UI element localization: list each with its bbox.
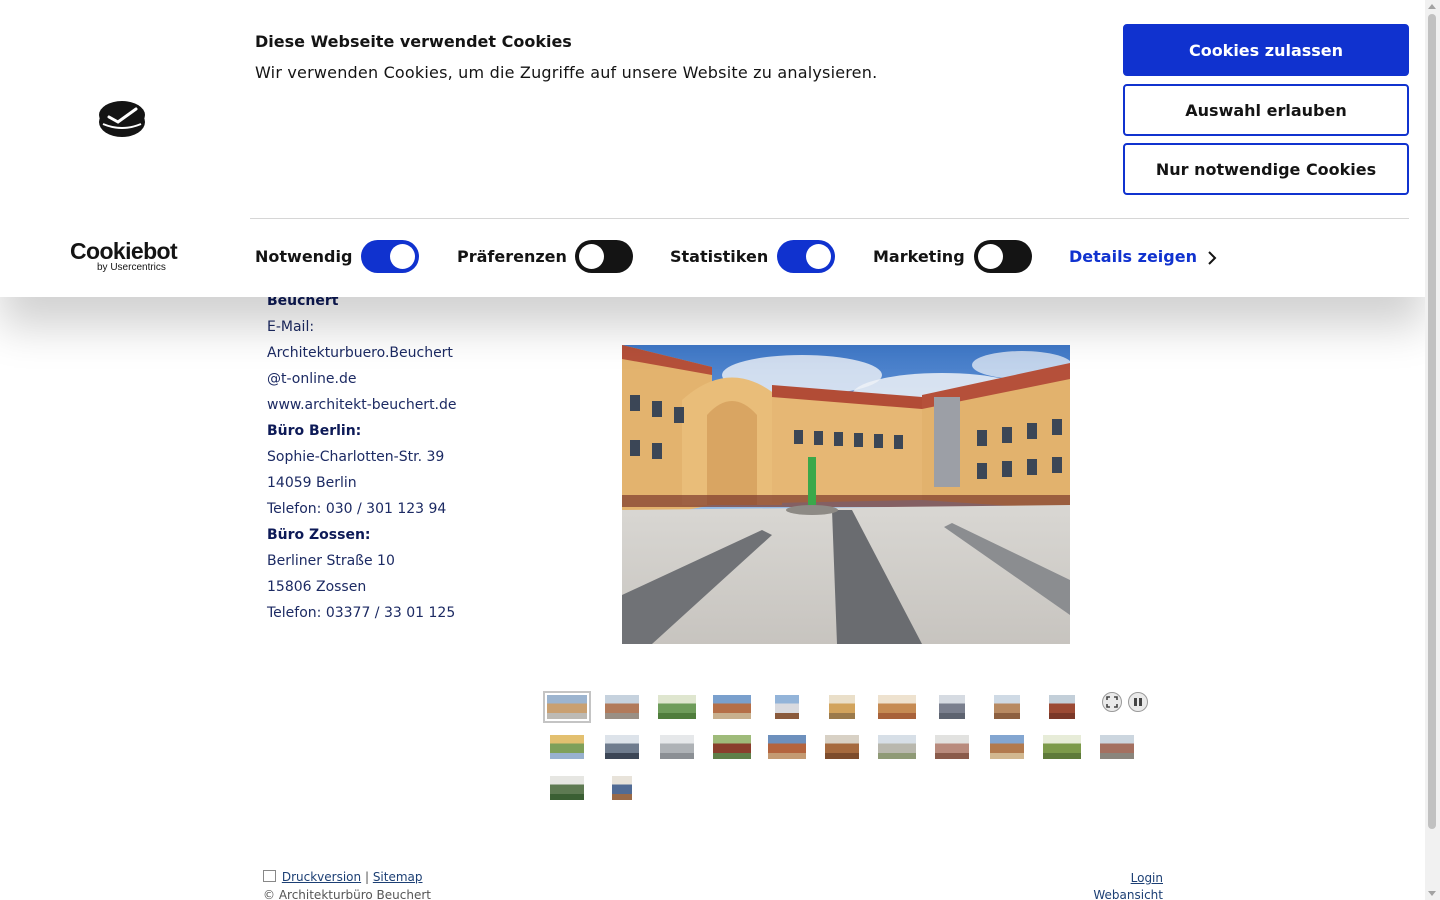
toggle-necessary[interactable]	[361, 240, 419, 273]
gallery-thumbnail[interactable]	[939, 695, 965, 719]
allow-selection-button[interactable]: Auswahl erlauben	[1123, 84, 1409, 136]
print-icon[interactable]	[263, 870, 276, 882]
cookiebot-logo[interactable]: Cookiebot by Usercentrics	[70, 240, 180, 274]
gallery-thumbnail[interactable]	[935, 735, 969, 759]
scroll-down-icon[interactable]	[1428, 891, 1436, 896]
gallery-thumbnail[interactable]	[825, 735, 859, 759]
cookie-title: Diese Webseite verwendet Cookies	[255, 32, 572, 51]
toggle-label-preferences: Präferenzen	[457, 247, 567, 266]
office-zossen-phone: Telefon: 03377 / 33 01 125	[267, 605, 456, 621]
banner-divider	[250, 218, 1409, 219]
email-label: E-Mail:	[267, 319, 315, 335]
details-link[interactable]: Details zeigen	[1069, 247, 1197, 266]
cookie-banner: Diese Webseite verwendet Cookies Wir ver…	[0, 0, 1425, 297]
cookie-description: Wir verwenden Cookies, um die Zugriffe a…	[255, 63, 878, 82]
copyright: © Architekturbüro Beuchert	[263, 888, 432, 900]
office-zossen-city: 15806 Zossen	[267, 579, 367, 595]
gallery-thumbnail[interactable]	[878, 735, 916, 759]
necessary-only-button[interactable]: Nur notwendige Cookies	[1123, 143, 1409, 195]
gallery-thumbnail[interactable]	[1043, 735, 1081, 759]
gallery-thumbnail[interactable]	[990, 735, 1024, 759]
gallery-thumbnail[interactable]	[878, 695, 916, 719]
chevron-right-icon[interactable]	[1206, 249, 1218, 267]
sitemap-link[interactable]: Sitemap	[373, 870, 423, 884]
slideshow-main-image[interactable]	[622, 345, 1070, 644]
scrollbar-thumb[interactable]	[1428, 14, 1436, 829]
gallery-thumbnail[interactable]	[605, 695, 639, 719]
gallery-thumbnail[interactable]	[550, 735, 584, 759]
website-link[interactable]: www.architekt-beuchert.de	[267, 392, 507, 418]
office-berlin-heading: Büro Berlin:	[267, 423, 362, 439]
footer-separator: |	[364, 870, 369, 884]
email-address-line2[interactable]: @t-online.de	[267, 366, 507, 392]
office-berlin-city: 14059 Berlin	[267, 475, 357, 491]
office-zossen-street: Berliner Straße 10	[267, 553, 395, 569]
gallery-thumbnail[interactable]	[605, 735, 639, 759]
gallery-thumbnail[interactable]	[658, 695, 696, 719]
scrollbar[interactable]	[1425, 0, 1440, 900]
gallery-thumbnail[interactable]	[713, 695, 751, 719]
gallery-thumbnail[interactable]	[550, 776, 584, 800]
gallery-thumbnail[interactable]	[543, 691, 591, 723]
gallery-thumbnail[interactable]	[994, 695, 1020, 719]
toggle-statistics[interactable]	[777, 240, 835, 273]
email-address-line1[interactable]: Architekturbuero.Beuchert	[267, 340, 507, 366]
fullscreen-icon[interactable]	[1102, 692, 1122, 712]
toggle-label-statistics: Statistiken	[670, 247, 769, 266]
toggle-label-necessary: Notwendig	[255, 247, 353, 266]
gallery-thumbnail[interactable]	[612, 776, 632, 800]
office-zossen-heading: Büro Zossen:	[267, 527, 371, 543]
pause-icon[interactable]	[1128, 692, 1148, 712]
gallery-thumbnail[interactable]	[1100, 735, 1134, 759]
gallery-thumbnail[interactable]	[775, 695, 799, 719]
login-link[interactable]: Login	[1131, 871, 1163, 885]
gallery-thumbnail[interactable]	[768, 735, 806, 759]
office-berlin-phone: Telefon: 030 / 301 123 94	[267, 501, 447, 517]
gallery-thumbnail[interactable]	[713, 735, 751, 759]
gallery-thumbnail[interactable]	[1049, 695, 1075, 719]
gallery-thumbnail[interactable]	[660, 735, 694, 759]
print-version-link[interactable]: Druckversion	[282, 870, 361, 884]
gallery-thumbnail[interactable]	[829, 695, 855, 719]
toggle-preferences[interactable]	[575, 240, 633, 273]
office-berlin-street: Sophie-Charlotten-Str. 39	[267, 449, 445, 465]
scroll-up-icon[interactable]	[1428, 4, 1436, 9]
site-logo-icon	[99, 101, 145, 137]
toggle-label-marketing: Marketing	[873, 247, 965, 266]
toggle-marketing[interactable]	[974, 240, 1032, 273]
allow-all-cookies-button[interactable]: Cookies zulassen	[1123, 24, 1409, 76]
contact-info: Beuchert E-Mail: Architekturbuero.Beuche…	[267, 288, 507, 626]
webview-link[interactable]: Webansicht	[1093, 888, 1163, 900]
